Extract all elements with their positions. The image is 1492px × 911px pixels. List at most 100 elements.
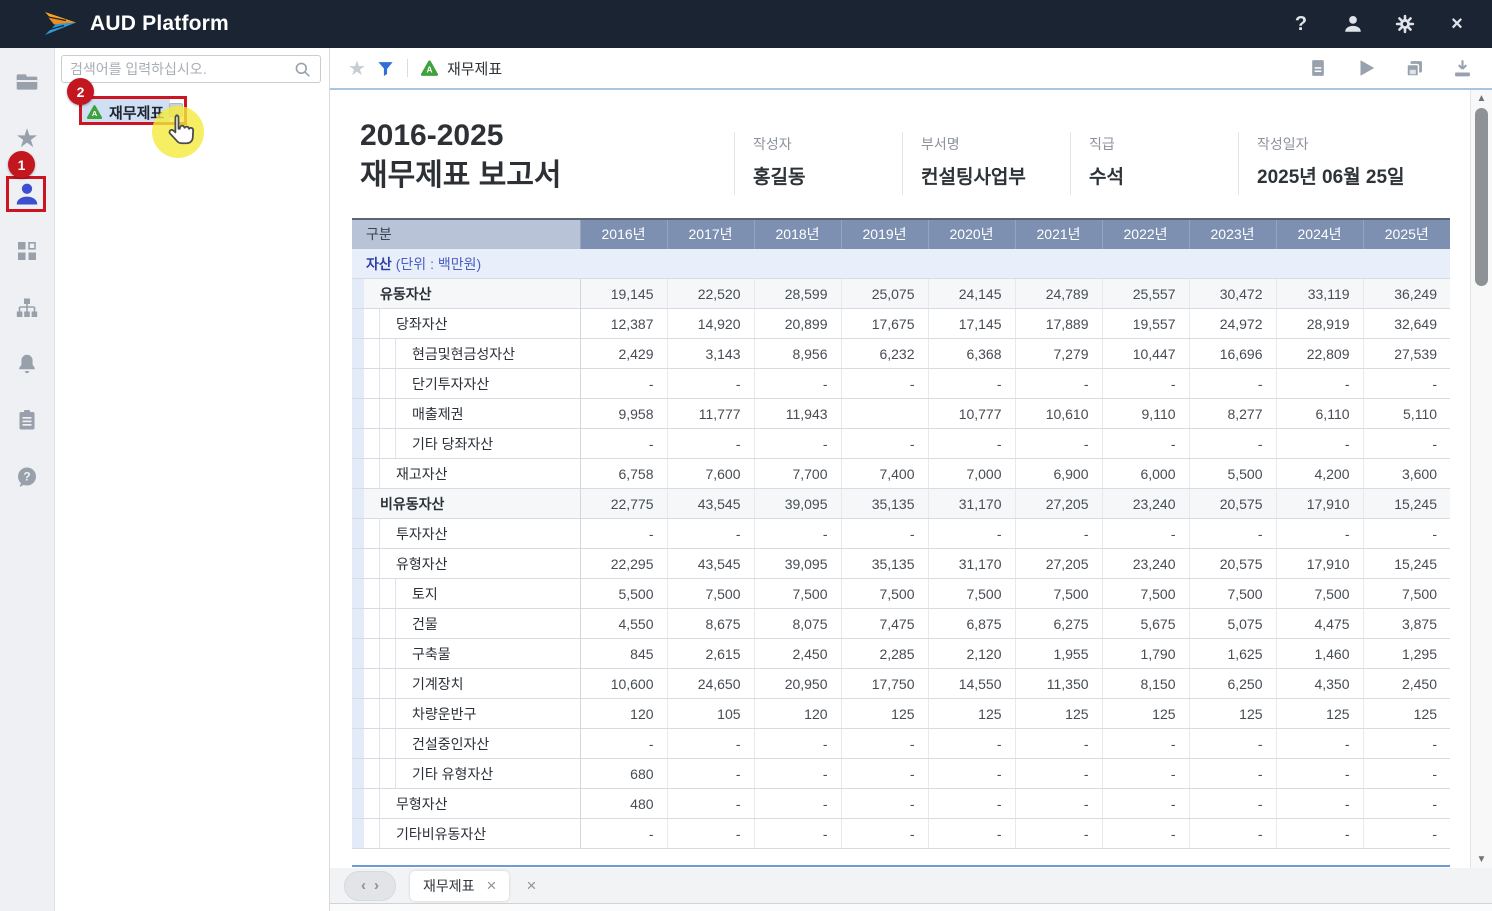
filter-icon[interactable] (376, 59, 395, 78)
tree-item-detail-square[interactable] (169, 103, 183, 117)
scrollbar-thumb[interactable] (1475, 108, 1488, 286)
download-icon[interactable] (1450, 56, 1474, 80)
section-strip-cell (352, 729, 364, 759)
tree-search-box (61, 55, 321, 83)
table-row: 무형자산480--------- (352, 789, 1450, 819)
value-cell: 125 (1363, 699, 1450, 729)
value-cell: 19,145 (580, 279, 667, 309)
value-cell: 7,500 (1276, 579, 1363, 609)
value-cell: 10,600 (580, 669, 667, 699)
tab-financial-statements[interactable]: 재무제표 × (410, 871, 509, 901)
value-cell: 12,387 (580, 309, 667, 339)
section-strip-cell (352, 609, 364, 639)
value-cell: 43,545 (667, 489, 754, 519)
value-cell: - (1276, 369, 1363, 399)
value-cell: - (754, 819, 841, 849)
value-cell: 120 (580, 699, 667, 729)
value-cell: - (1276, 519, 1363, 549)
tab-close-icon[interactable]: × (487, 877, 497, 894)
column-header-year: 2019년 (841, 219, 928, 249)
value-cell: 1,460 (1276, 639, 1363, 669)
value-cell: 1,790 (1102, 639, 1189, 669)
document-icon[interactable] (1306, 56, 1330, 80)
row-label: 무형자산 (364, 789, 580, 819)
value-cell: 27,205 (1015, 489, 1102, 519)
table-row: 토지5,5007,5007,5007,5007,5007,5007,5007,5… (352, 579, 1450, 609)
value-cell: - (754, 369, 841, 399)
value-cell: - (1102, 819, 1189, 849)
value-cell: 16,696 (1189, 339, 1276, 369)
tree-item-financial-statements[interactable]: A 재무제표 (82, 99, 170, 125)
value-cell: 8,675 (667, 609, 754, 639)
value-cell: 125 (1189, 699, 1276, 729)
scroll-down-arrow[interactable]: ▼ (1471, 854, 1492, 865)
help-bubble-icon[interactable]: ? (11, 461, 43, 493)
tab-scroll-left-icon[interactable]: ‹ (361, 878, 366, 893)
close-all-tabs-icon[interactable]: × (526, 877, 536, 894)
value-cell: 10,610 (1015, 399, 1102, 429)
vertical-scrollbar[interactable]: ▲ ▼ (1470, 90, 1492, 868)
help-icon[interactable]: ? (1288, 11, 1314, 37)
top-header-bar: AUD Platform ? × (0, 0, 1492, 48)
value-cell: - (1363, 429, 1450, 459)
hierarchy-icon[interactable] (11, 292, 43, 324)
tab-scroll-right-icon[interactable]: › (374, 878, 379, 893)
section-strip-cell (352, 519, 364, 549)
value-cell: 7,000 (928, 459, 1015, 489)
column-header-year: 2018년 (754, 219, 841, 249)
value-cell: 9,958 (580, 399, 667, 429)
value-cell: - (841, 519, 928, 549)
bell-icon[interactable] (11, 348, 43, 380)
search-input[interactable] (70, 61, 293, 77)
meta-author: 작성자 홍길동 (734, 132, 902, 195)
value-cell: 35,135 (841, 489, 928, 519)
value-cell: - (1102, 729, 1189, 759)
value-cell: 7,500 (841, 579, 928, 609)
scroll-up-arrow[interactable]: ▲ (1471, 93, 1492, 104)
value-cell: 17,910 (1276, 489, 1363, 519)
value-cell: 1,625 (1189, 639, 1276, 669)
value-cell: 125 (1015, 699, 1102, 729)
value-cell: 15,245 (1363, 489, 1450, 519)
table-header-row: 구분2016년2017년2018년2019년2020년2021년2022년202… (352, 219, 1450, 249)
section-strip-cell (352, 639, 364, 669)
value-cell: 5,110 (1363, 399, 1450, 429)
close-icon[interactable]: × (1444, 11, 1470, 37)
dashboard-grid-icon[interactable] (11, 235, 43, 267)
value-cell: 20,575 (1189, 549, 1276, 579)
folder-icon[interactable] (11, 66, 43, 98)
value-cell: - (1189, 429, 1276, 459)
value-cell: - (754, 789, 841, 819)
favorite-star-icon[interactable]: ★ (348, 56, 366, 81)
table-row: 구축물8452,6152,4502,2852,1201,9551,7901,62… (352, 639, 1450, 669)
value-cell: - (1276, 759, 1363, 789)
favorites-star-icon[interactable]: ★ (11, 122, 43, 154)
save-copy-icon[interactable] (1402, 56, 1426, 80)
value-cell: 17,750 (841, 669, 928, 699)
value-cell: 20,575 (1189, 489, 1276, 519)
gear-icon[interactable] (1392, 11, 1418, 37)
row-label: 차량운반구 (364, 699, 580, 729)
value-cell: - (580, 519, 667, 549)
column-header-year: 2024년 (1276, 219, 1363, 249)
value-cell: - (667, 789, 754, 819)
value-cell: - (580, 429, 667, 459)
value-cell: 6,875 (928, 609, 1015, 639)
value-cell: 22,520 (667, 279, 754, 309)
search-icon[interactable] (293, 60, 312, 79)
table-row: 매출제권9,95811,77711,94310,77710,6109,1108,… (352, 399, 1450, 429)
table-row: 비유동자산22,77543,54539,09535,13531,17027,20… (352, 489, 1450, 519)
bottom-strip (330, 904, 1492, 911)
table-row: 기계장치10,60024,65020,95017,75014,55011,350… (352, 669, 1450, 699)
value-cell: 2,450 (1363, 669, 1450, 699)
run-play-icon[interactable] (1354, 56, 1378, 80)
value-cell: - (841, 429, 928, 459)
value-cell: 7,500 (754, 579, 841, 609)
value-cell: - (1189, 519, 1276, 549)
value-cell: - (1363, 789, 1450, 819)
user-profile-icon[interactable] (11, 178, 43, 210)
clipboard-icon[interactable] (11, 404, 43, 436)
user-icon[interactable] (1340, 11, 1366, 37)
value-cell: - (754, 429, 841, 459)
value-cell: 24,650 (667, 669, 754, 699)
